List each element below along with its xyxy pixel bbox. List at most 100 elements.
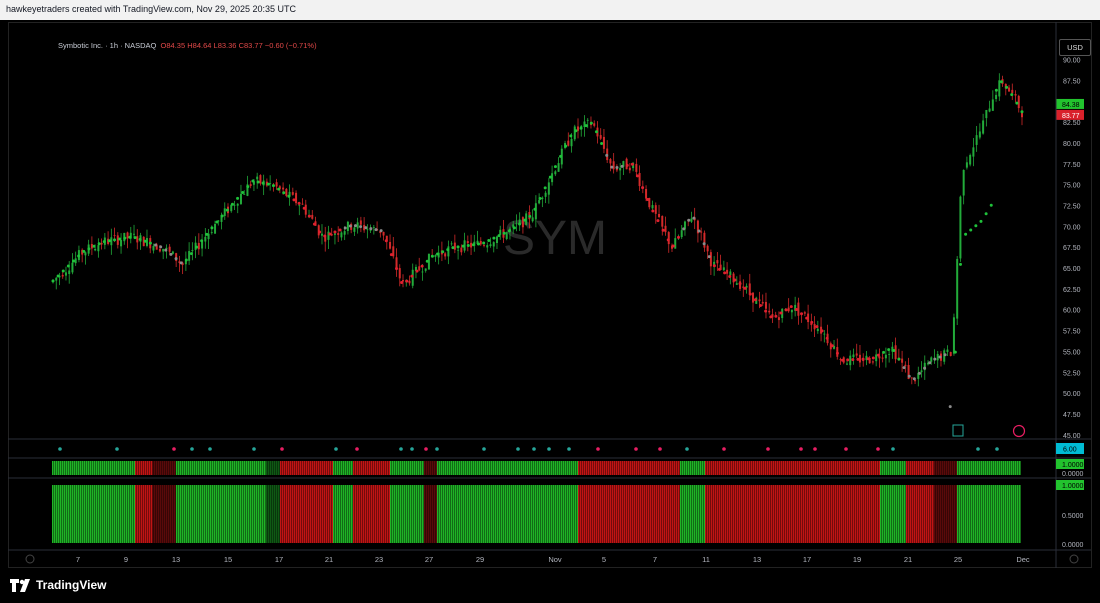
candle-body — [389, 241, 392, 249]
heatmap-bar — [292, 461, 294, 475]
signal-bar — [359, 485, 361, 543]
heatmap-bar — [853, 461, 855, 475]
dots-panel-label: 6.00 — [1063, 447, 1077, 454]
heatmap-bar — [347, 461, 349, 475]
signal-bar — [108, 485, 110, 543]
heatmap-bar — [771, 461, 773, 475]
candle-body — [168, 246, 171, 252]
heatmap-bar — [72, 461, 74, 475]
heatmap-bar — [202, 461, 204, 475]
candle-body — [236, 203, 239, 206]
price-tick-label: 65.00 — [1063, 266, 1081, 273]
trail-dot — [164, 248, 168, 252]
trail-dot — [584, 124, 588, 128]
candle-body — [74, 258, 77, 264]
heatmap-bar — [537, 461, 539, 475]
trail-dot — [210, 226, 214, 230]
signal-bar — [406, 485, 408, 543]
heatmap-bar — [965, 461, 967, 475]
heatmap-bar — [670, 461, 672, 475]
heatmap-bar — [137, 461, 139, 475]
heatmap-bar — [709, 461, 711, 475]
trail-dot — [902, 366, 906, 370]
signal-bar — [208, 485, 210, 543]
heatmap-bar — [1013, 461, 1015, 475]
heatmap-bar — [805, 461, 807, 475]
signal-bar — [495, 485, 497, 543]
signal-bar — [387, 485, 389, 543]
heatmap-bar — [139, 461, 141, 475]
candle-body — [729, 271, 732, 276]
signal-bar — [896, 485, 898, 543]
signal-bar — [833, 485, 835, 543]
signal-bar — [674, 485, 676, 543]
heatmap-bar — [147, 461, 149, 475]
heatmap-bar — [465, 461, 467, 475]
heatmap-bar — [598, 461, 600, 475]
candle-body — [457, 249, 460, 251]
time-tick-label: 7 — [653, 555, 657, 564]
heatmap-bar — [314, 461, 316, 475]
signal-bar — [410, 485, 412, 543]
signal-bar — [324, 485, 326, 543]
trail-dot — [148, 241, 152, 245]
heatmap-bar — [475, 461, 477, 475]
candle-body — [337, 233, 340, 235]
heatmap-bar — [114, 461, 116, 475]
heatmap-bar — [104, 461, 106, 475]
trail-dot — [641, 186, 645, 190]
heatmap-bar — [652, 461, 654, 475]
signal-bar — [451, 485, 453, 543]
signal-dot — [844, 447, 848, 451]
chart-canvas[interactable]: SYM 90.0087.5085.0082.5080.0077.5075.007… — [0, 0, 1100, 572]
trail-dot — [77, 254, 81, 258]
signal-bar — [823, 485, 825, 543]
heatmap-bar — [811, 461, 813, 475]
signal-bar — [479, 485, 481, 543]
heatmap-bar — [898, 461, 900, 475]
signal-bar — [531, 485, 533, 543]
signal-bar — [880, 485, 882, 543]
signal-bar — [339, 485, 341, 543]
heatmap-bar — [240, 461, 242, 475]
tradingview-logo[interactable]: TradingView — [10, 576, 106, 594]
signal-bar — [632, 485, 634, 543]
signal-bar — [575, 485, 577, 543]
signal-bar — [124, 485, 126, 543]
candle-body — [94, 248, 97, 251]
trail-dot — [825, 336, 829, 340]
candle-body — [382, 231, 385, 236]
heatmap-bar — [483, 461, 485, 475]
signal-bar — [475, 485, 477, 543]
symbol-legend[interactable]: Symbotic Inc. · 1h · NASDAQ O84.35 H84.6… — [58, 41, 317, 50]
heatmap-bar — [1011, 461, 1013, 475]
signal-bar — [904, 485, 906, 543]
signal-bar — [813, 485, 815, 543]
candle-body — [188, 251, 191, 261]
signal-bar — [118, 485, 120, 543]
trail-dot — [461, 244, 465, 248]
heatmap-bar — [553, 461, 555, 475]
heatmap-bar — [743, 461, 745, 475]
heatmap-bar — [636, 461, 638, 475]
heatmap-bar — [711, 461, 713, 475]
signal-bar — [565, 485, 567, 543]
trail-dot — [718, 267, 722, 271]
heatmap-bar — [381, 461, 383, 475]
signal-bar — [847, 485, 849, 543]
heatmap-bar — [525, 461, 527, 475]
trail-dot — [66, 264, 70, 268]
currency-button[interactable]: USD — [1059, 39, 1091, 56]
candle-body — [320, 233, 323, 236]
signal-bar — [930, 485, 932, 543]
heatmap-bar — [412, 461, 414, 475]
heatmap-bar — [270, 461, 272, 475]
signal-bar — [686, 485, 688, 543]
candle-body — [499, 229, 502, 235]
signal-bar — [741, 485, 743, 543]
heatmap-bar — [491, 461, 493, 475]
heatmap-bar — [523, 461, 525, 475]
heatmap-bar — [626, 461, 628, 475]
candle-body — [965, 162, 968, 168]
heatmap-bar — [54, 461, 56, 475]
